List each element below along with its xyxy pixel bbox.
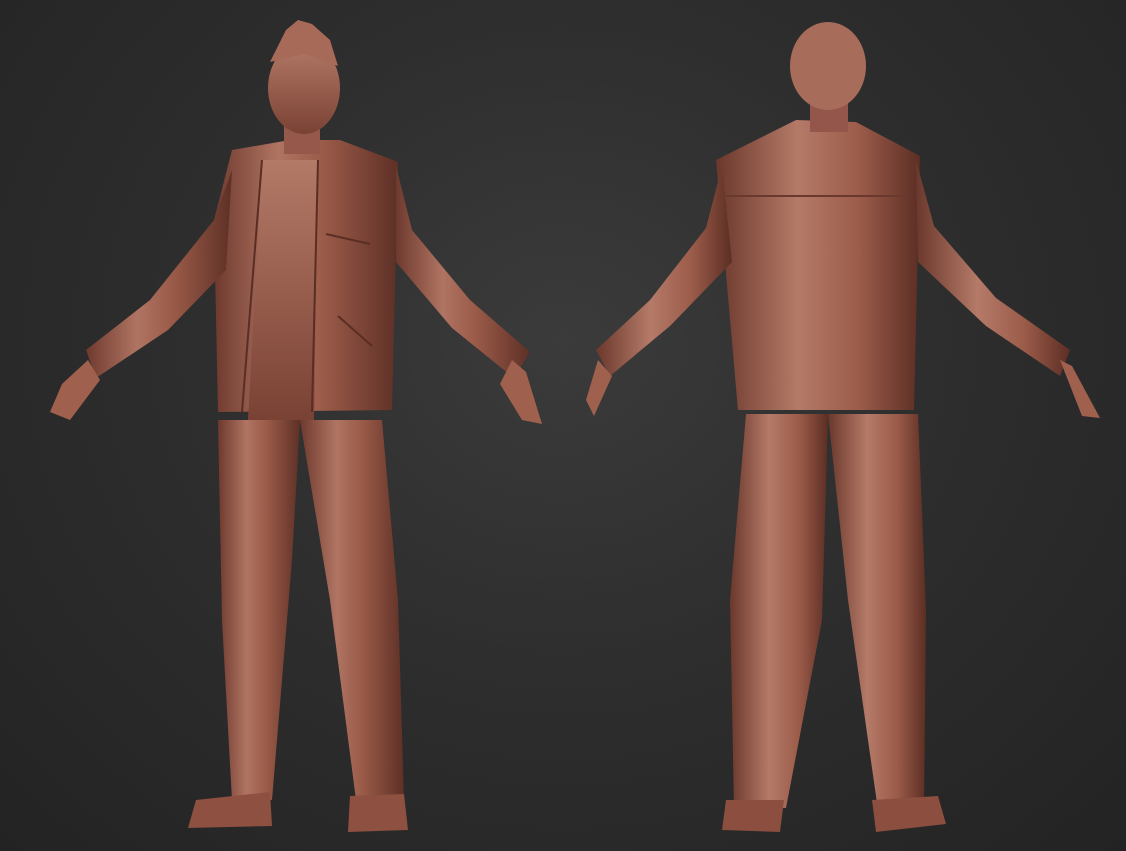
back-head	[790, 22, 866, 110]
back-left-shoe	[722, 800, 784, 832]
left-shoe	[188, 792, 272, 828]
back-left-leg	[730, 414, 828, 808]
figure-front-view	[0, 0, 560, 851]
left-leg	[218, 420, 300, 800]
figure-back-view	[566, 0, 1126, 851]
back-right-arm	[916, 160, 1070, 376]
back-jacket	[716, 120, 920, 410]
viewport-canvas[interactable]	[0, 0, 1126, 851]
right-leg	[300, 420, 404, 800]
back-right-shoe	[872, 796, 946, 832]
back-right-leg	[828, 414, 926, 810]
back-left-arm	[596, 166, 732, 376]
left-hand	[50, 360, 100, 420]
right-arm	[396, 166, 530, 378]
right-shoe	[348, 794, 408, 832]
left-arm	[86, 170, 232, 378]
back-right-hand	[1060, 360, 1100, 418]
